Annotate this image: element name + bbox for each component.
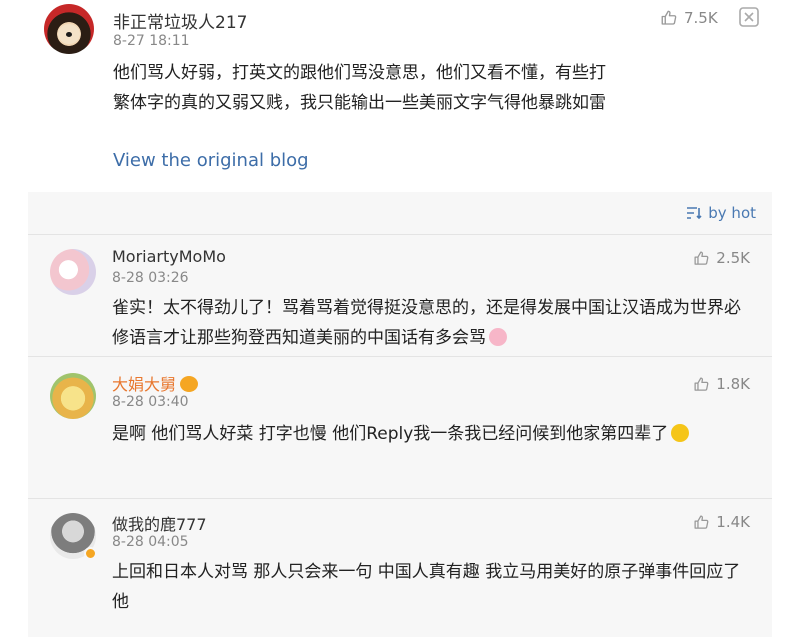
- comment-like-button[interactable]: 1.4K: [693, 513, 750, 531]
- comment-text-body: 雀实！太不得劲儿了！骂着骂着觉得挺没意思的，还是得发展中国让汉语成为世界必修语言…: [112, 298, 741, 348]
- avatar[interactable]: [50, 513, 97, 560]
- comment-text-body: 是啊 他们骂人好菜 打字也慢 他们Reply我一条我已经问候到他家第四辈了: [112, 424, 669, 444]
- comment-time: 8-28 03:26: [112, 270, 189, 286]
- sort-icon: [687, 207, 702, 220]
- thumbs-up-icon: [694, 514, 709, 529]
- post-username[interactable]: 非正常垃圾人217: [113, 8, 247, 33]
- dismiss-icon: [739, 7, 759, 27]
- comment-time: 8-28 03:40: [112, 394, 189, 410]
- post-body: 他们骂人好弱，打英文的跟他们骂没意思，他们又看不懂，有些打繁体字的真的又弱又贱，…: [113, 63, 606, 113]
- laughing-emoji-icon: [671, 424, 690, 442]
- comment-item: MoriartyMoMo 8-28 03:26 2.5K 雀实！太不得劲儿了！骂…: [28, 234, 772, 356]
- comment-username-text: 大娟大舅: [112, 375, 177, 394]
- original-post: 非正常垃圾人217 8-27 18:11 7.5K 他们骂人好弱，打英文的跟他们…: [0, 0, 800, 190]
- comment-like-button[interactable]: 1.8K: [693, 375, 750, 393]
- sort-label: by hot: [708, 204, 756, 222]
- comment-username[interactable]: 大娟大舅: [112, 371, 199, 395]
- dismiss-button[interactable]: [738, 6, 760, 28]
- comment-like-button[interactable]: 2.5K: [693, 249, 750, 267]
- comment-time: 8-28 04:05: [112, 534, 189, 550]
- comments-panel: by hot MoriartyMoMo 8-28 03:26 2.5K 雀实！太…: [28, 192, 772, 637]
- avatar-nose: [66, 32, 72, 37]
- thumbs-up-icon: [694, 250, 709, 265]
- comment-text: 雀实！太不得劲儿了！骂着骂着觉得挺没意思的，还是得发展中国让汉语成为世界必修语言…: [112, 293, 752, 353]
- comment-item: 做我的鹿777 8-28 04:05 1.4K 上回和日本人对骂 那人只会来一句…: [28, 498, 772, 637]
- comment-like-count: 2.5K: [716, 249, 750, 267]
- comment-text: 是啊 他们骂人好菜 打字也慢 他们Reply我一条我已经问候到他家第四辈了: [112, 419, 742, 449]
- avatar[interactable]: [44, 4, 94, 54]
- post-time: 8-27 18:11: [113, 33, 190, 49]
- avatar[interactable]: [50, 249, 96, 295]
- comment-like-count: 1.8K: [716, 375, 750, 393]
- comment-item: 大娟大舅 8-28 03:40 1.8K 是啊 他们骂人好菜 打字也慢 他们Re…: [28, 356, 772, 498]
- comment-text: 上回和日本人对骂 那人只会来一句 中国人真有趣 我立马用美好的原子弹事件回应了他: [112, 562, 741, 612]
- member-badge-icon: [180, 376, 199, 392]
- thumbs-up-icon: [694, 376, 709, 391]
- sort-button[interactable]: by hot: [686, 204, 756, 222]
- comment-username[interactable]: 做我的鹿777: [112, 511, 207, 535]
- comment-username[interactable]: MoriartyMoMo: [112, 247, 226, 266]
- view-original-link[interactable]: View the original blog: [113, 150, 309, 171]
- pig-emoji-icon: [489, 328, 507, 346]
- post-like-count: 7.5K: [684, 9, 718, 27]
- comment-like-count: 1.4K: [716, 513, 750, 531]
- verified-badge-icon: [84, 547, 97, 560]
- post-like-button[interactable]: 7.5K: [660, 9, 718, 27]
- thumbs-up-icon: [661, 10, 677, 25]
- avatar[interactable]: [50, 373, 96, 419]
